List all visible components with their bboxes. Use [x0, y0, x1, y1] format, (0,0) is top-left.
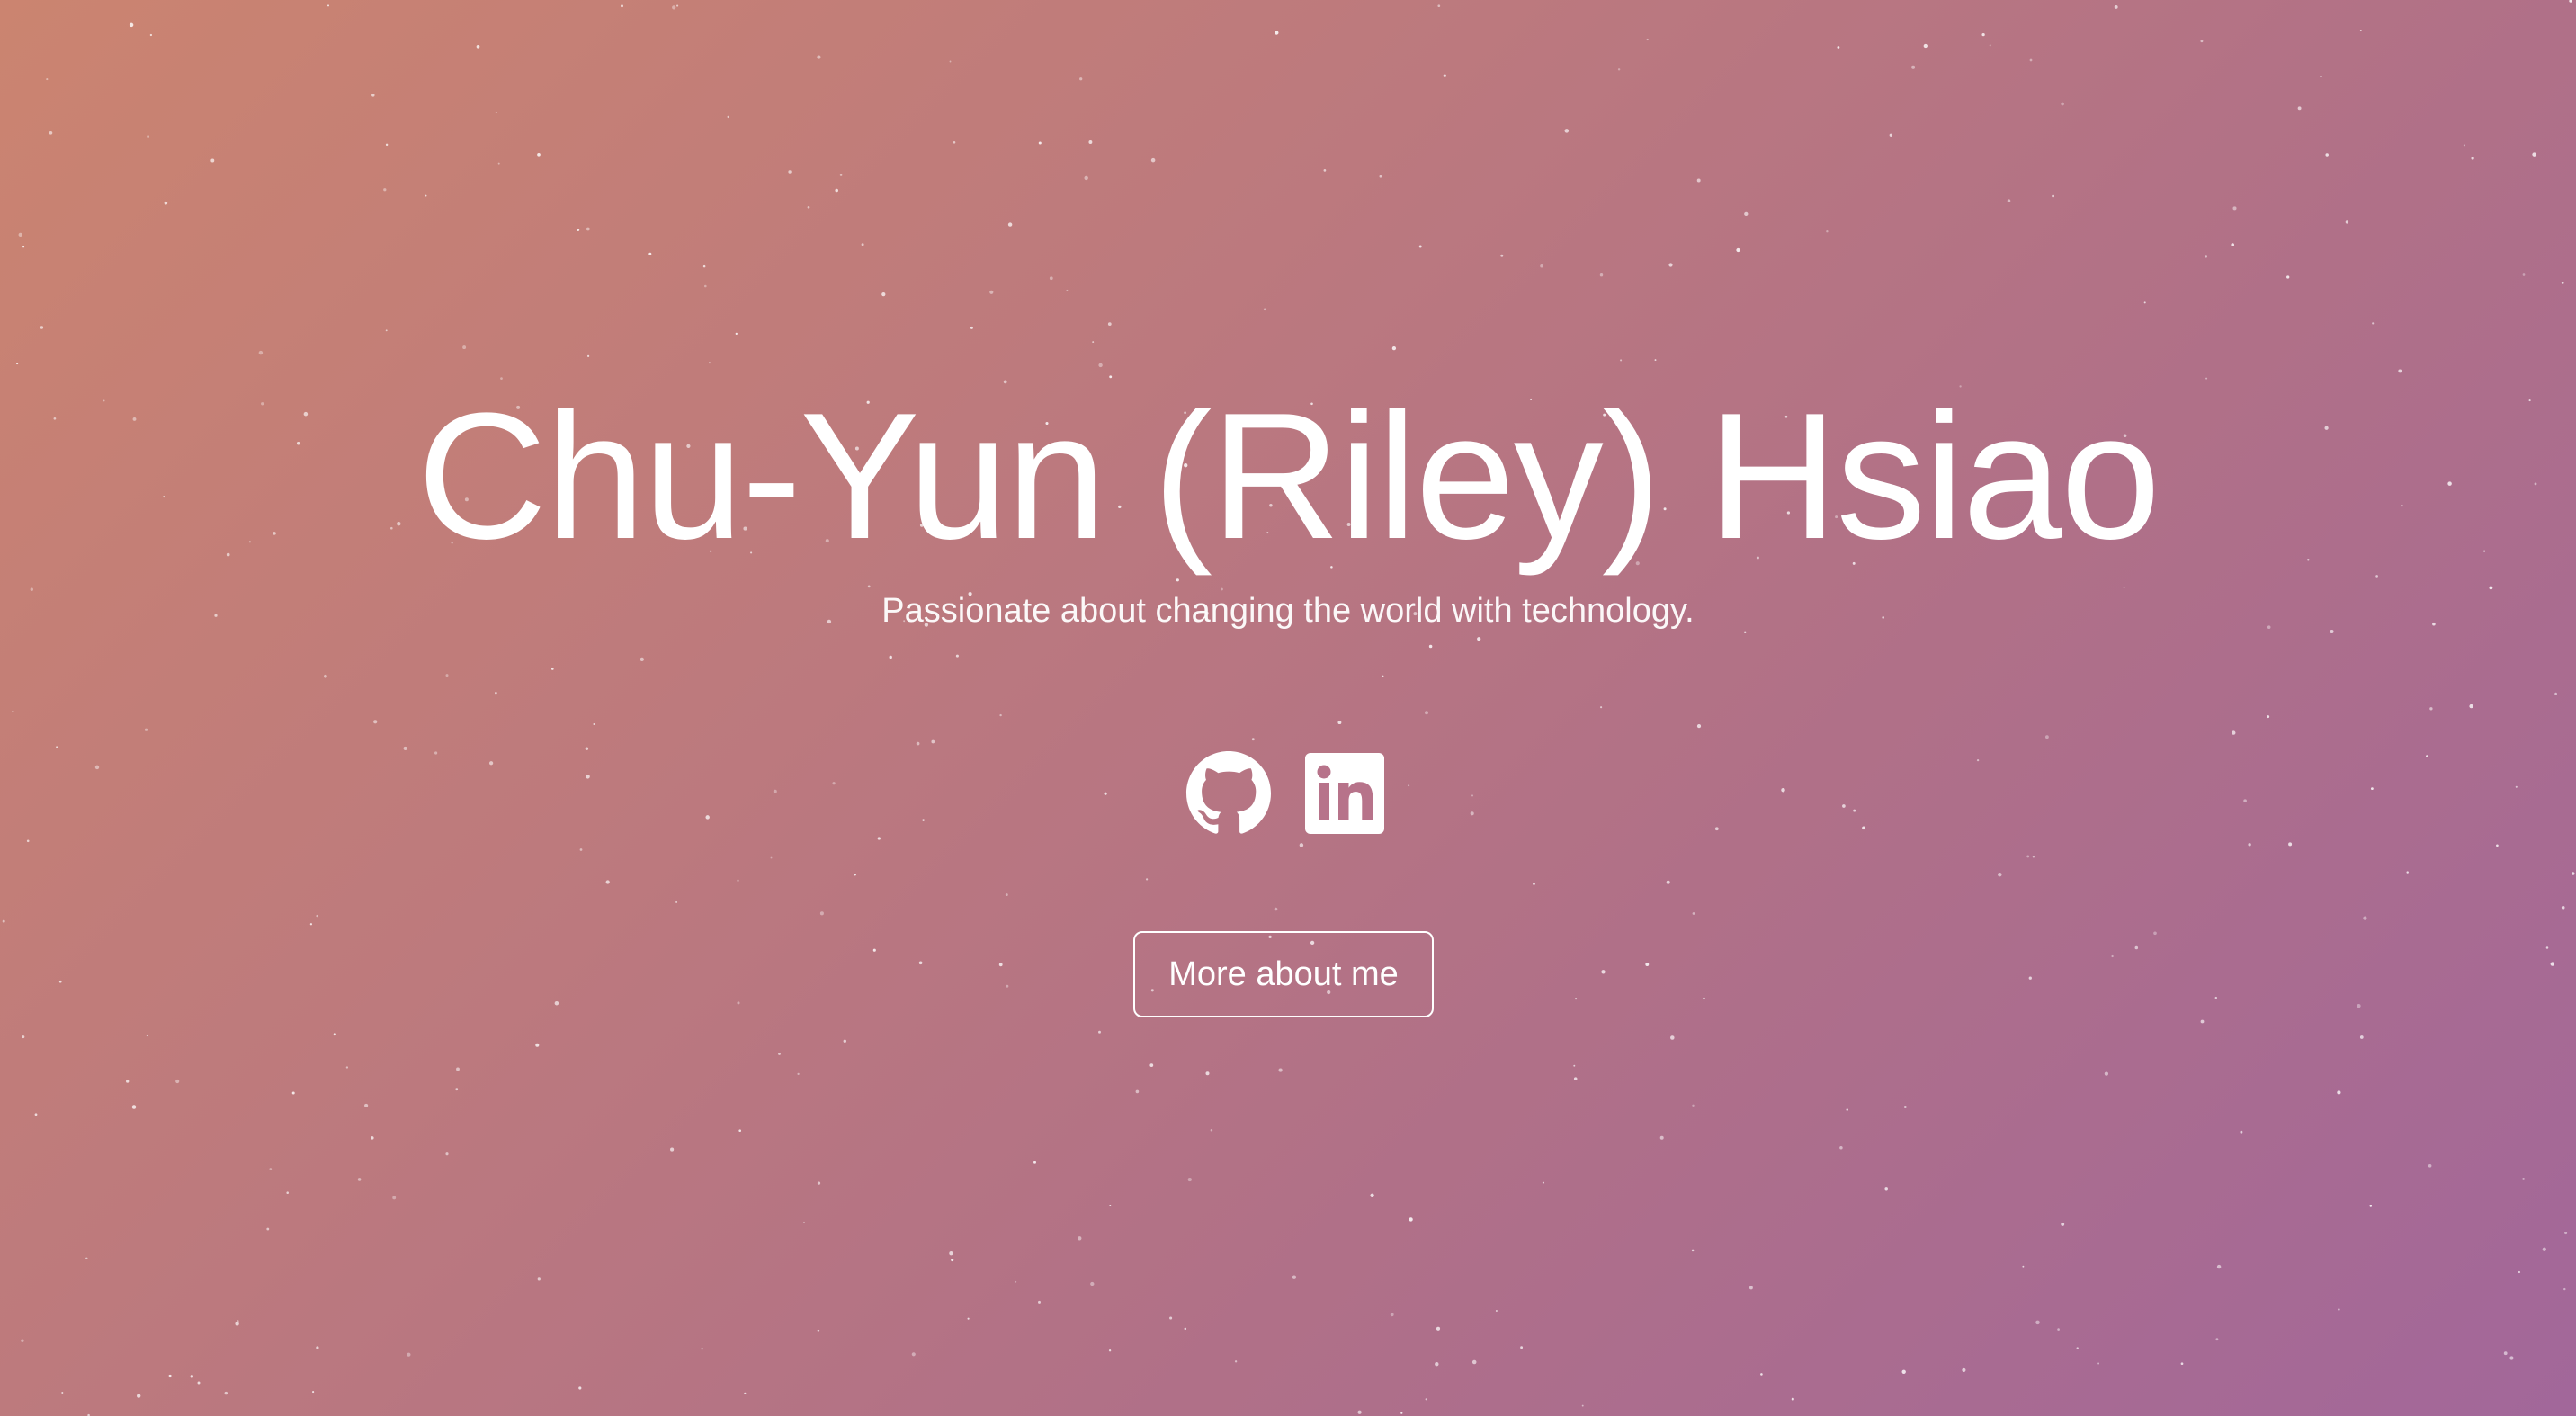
github-icon — [1186, 751, 1271, 834]
linkedin-link[interactable] — [1302, 750, 1389, 837]
page-title: Chu-Yun (Riley) Hsiao — [416, 376, 2161, 577]
linkedin-icon — [1305, 753, 1384, 834]
tagline: Passionate about changing the world with… — [881, 592, 1695, 630]
more-about-me-button[interactable]: More about me — [1133, 931, 1434, 1017]
social-links — [1185, 750, 1389, 837]
hero-section: Chu-Yun (Riley) Hsiao Passionate about c… — [0, 0, 2576, 1416]
github-link[interactable] — [1185, 750, 1272, 837]
hero-content: Chu-Yun (Riley) Hsiao Passionate about c… — [0, 0, 2576, 1416]
